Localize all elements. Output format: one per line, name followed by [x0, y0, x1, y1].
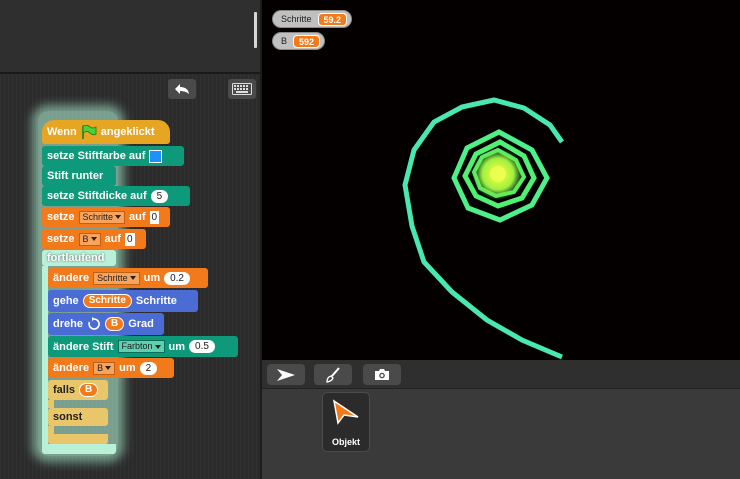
pen-down-block[interactable]: Stift runter: [42, 166, 116, 186]
pen-size-input[interactable]: 5: [150, 189, 169, 203]
stage[interactable]: Schritte 59.2 B 592: [262, 0, 740, 360]
turn-block[interactable]: drehe B Grad: [48, 313, 164, 335]
block-label: drehe: [53, 318, 83, 330]
value-input[interactable]: 0: [125, 232, 135, 246]
undo-button[interactable]: [168, 79, 196, 99]
green-flag-icon: [82, 125, 97, 139]
add-turtle-sprite-button[interactable]: [267, 364, 305, 385]
else-arm: [48, 426, 54, 434]
variable-dropdown[interactable]: Schritte: [93, 271, 140, 285]
block-label: um: [168, 340, 186, 353]
block-label: sonst: [53, 411, 83, 423]
chevron-down-icon: [90, 237, 97, 241]
pen-drawing: [402, 97, 565, 360]
set-var-schritte-block[interactable]: setze Schritte auf 0: [42, 207, 170, 227]
sprite-arrow-icon: [332, 399, 359, 425]
pen-param-dropdown[interactable]: Farbton: [117, 340, 165, 353]
if-else-block[interactable]: falls B: [48, 380, 108, 400]
camera-icon: [375, 369, 389, 380]
variable-reporter[interactable]: Schritte: [82, 294, 132, 308]
hat-suffix: angeklickt: [100, 126, 155, 138]
block-label: setze: [47, 233, 75, 245]
value-input[interactable]: 0.2: [164, 271, 190, 285]
chevron-down-icon: [129, 276, 136, 280]
spiral-center: [490, 166, 506, 182]
value-input[interactable]: 2: [139, 361, 158, 375]
move-block[interactable]: gehe Schritte Schritte: [48, 290, 198, 312]
variable-name: Schritte: [97, 272, 128, 283]
palette-header: [0, 0, 260, 72]
block-label: Schritte: [135, 295, 177, 307]
camera-sprite-button[interactable]: [363, 364, 401, 385]
param-name: Farbton: [121, 341, 153, 351]
block-label: auf: [104, 233, 122, 245]
chevron-down-icon: [105, 366, 112, 370]
variable-dropdown[interactable]: Schritte: [78, 210, 126, 224]
variable-dropdown[interactable]: B: [93, 361, 116, 375]
block-label: ändere: [53, 272, 90, 284]
sprite-corral-toolbar: [262, 360, 740, 388]
set-pen-color-block[interactable]: setze Stiftfarbe auf: [42, 146, 184, 166]
forever-block[interactable]: fortlaufend: [42, 250, 116, 266]
variable-name: B: [97, 362, 104, 373]
block-label: falls: [53, 384, 76, 396]
paintbrush-icon: [326, 366, 340, 383]
keyboard-button[interactable]: [228, 79, 256, 99]
snap-editor: Wenn angeklickt setze Stiftfarbe auf Sti…: [0, 0, 740, 479]
block-label: um: [143, 272, 161, 284]
value-input[interactable]: 0: [149, 210, 160, 224]
block-label: fortlaufend: [47, 252, 105, 264]
value-input[interactable]: 0.5: [189, 340, 215, 353]
if-else-foot: [48, 434, 108, 444]
sprite-thumbnail[interactable]: Objekt: [322, 392, 370, 452]
set-pen-size-block[interactable]: setze Stiftdicke auf 5: [42, 186, 190, 206]
hat-label: Wenn: [47, 126, 77, 138]
forever-foot: [42, 444, 116, 454]
chevron-down-icon: [154, 344, 161, 349]
if-arm: [48, 400, 54, 408]
sprite-corral: Objekt: [262, 388, 740, 479]
variable-reporter[interactable]: B: [104, 317, 125, 331]
block-label: um: [119, 362, 136, 374]
else-label-row: sonst: [48, 408, 108, 426]
variable-name: Schritte: [82, 211, 114, 222]
sprite-name: Objekt: [331, 437, 360, 447]
set-var-b-block[interactable]: setze B auf 0: [42, 229, 146, 249]
block-label: setze Stiftfarbe auf: [47, 150, 146, 162]
keyboard-icon: [232, 83, 252, 95]
paint-new-sprite-button[interactable]: [314, 364, 352, 385]
variable-name: B: [82, 233, 89, 244]
block-label: ändere: [53, 362, 90, 374]
arrow-turtle-icon: [277, 368, 295, 381]
change-var-schritte-block[interactable]: ändere Schritte um 0.2: [48, 268, 208, 288]
chevron-down-icon: [115, 215, 122, 219]
variable-dropdown[interactable]: B: [78, 232, 101, 246]
change-var-b-block[interactable]: ändere B um 2: [48, 358, 174, 378]
block-label: gehe: [53, 295, 79, 307]
block-label: Grad: [128, 318, 154, 330]
pen-color-swatch[interactable]: [149, 149, 163, 163]
hat-block-flag-clicked[interactable]: Wenn angeklickt: [42, 120, 170, 144]
condition-reporter[interactable]: B: [79, 383, 99, 397]
block-label: setze Stiftdicke auf: [47, 190, 147, 202]
block-label: auf: [129, 211, 146, 223]
undo-icon: [175, 84, 189, 94]
block-label: Stift runter: [47, 170, 104, 182]
block-label: setze: [47, 211, 75, 223]
block-label: ändere Stift: [53, 340, 114, 353]
change-pen-hue-block[interactable]: ändere Stift Farbton um 0.5: [48, 336, 238, 357]
rotate-clockwise-icon: [88, 317, 100, 330]
resize-handle[interactable]: [254, 12, 257, 48]
